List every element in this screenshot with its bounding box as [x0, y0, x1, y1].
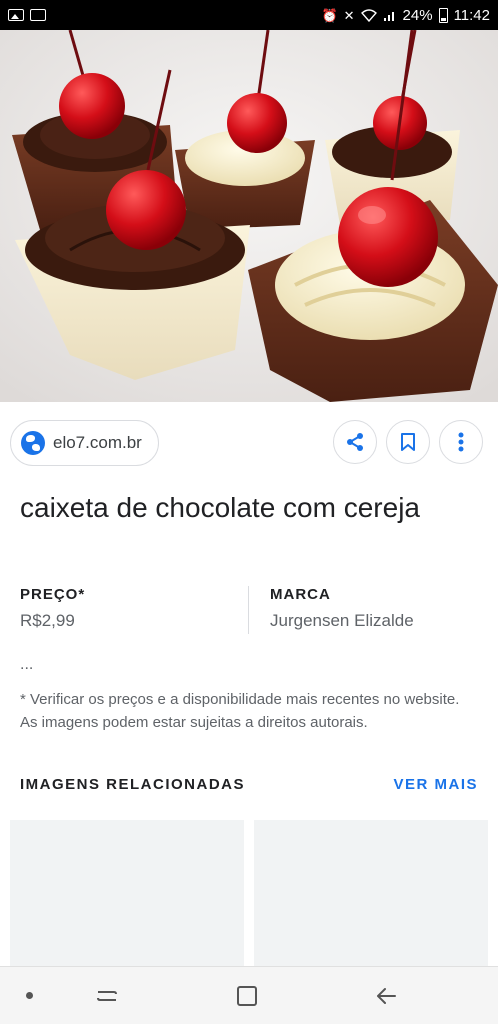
bookmark-button[interactable] [386, 420, 430, 464]
attribute-divider [248, 586, 249, 634]
source-domain: elo7.com.br [53, 433, 142, 452]
signal-icon [383, 11, 394, 21]
image-notification-icon [8, 9, 24, 21]
dot-icon[interactable] [26, 992, 33, 999]
ellipsis-text: ... [20, 656, 34, 673]
product-attributes: PREÇO* R$2,99 MARCA Jurgensen Elizalde [0, 586, 498, 638]
recents-icon[interactable] [92, 981, 122, 1011]
battery-percent: 24% [402, 6, 433, 24]
related-image-thumbnail[interactable] [254, 820, 488, 970]
brand-attribute: MARCA Jurgensen Elizalde [270, 586, 414, 631]
brand-label: MARCA [270, 586, 331, 603]
more-options-button[interactable] [439, 420, 483, 464]
battery-icon [438, 7, 448, 23]
related-images-header: IMAGENS RELACIONADAS VER MAIS [0, 776, 498, 798]
source-row: elo7.com.br [0, 420, 498, 468]
clock: 11:42 [453, 6, 490, 24]
bookmark-icon [401, 433, 415, 451]
wifi-icon [360, 8, 377, 22]
related-image-thumbnail[interactable] [10, 820, 244, 970]
status-left [8, 9, 46, 21]
alarm-icon: ⏰ [321, 7, 338, 23]
price-label: PREÇO* [20, 586, 86, 603]
more-vert-icon [458, 432, 464, 452]
price-attribute: PREÇO* R$2,99 [20, 586, 85, 631]
disclaimer-text: * Verificar os preços e a disponibilidad… [20, 691, 460, 731]
brand-value: Jurgensen Elizalde [270, 611, 414, 630]
status-bar: ⏰ ✕ 24% 11:42 [0, 0, 498, 30]
cast-icon [30, 9, 46, 21]
mute-icon: ✕ [343, 7, 355, 23]
navigation-bar [0, 966, 498, 1024]
back-icon[interactable] [371, 981, 401, 1011]
share-button[interactable] [333, 420, 377, 464]
home-icon[interactable] [232, 981, 262, 1011]
globe-icon [21, 431, 45, 455]
status-right: ⏰ ✕ 24% 11:42 [321, 7, 490, 24]
related-images-title: IMAGENS RELACIONADAS [20, 776, 246, 793]
see-more-link[interactable]: VER MAIS [393, 776, 478, 793]
share-icon [347, 433, 363, 451]
chocolate-cups-with-cherries-image[interactable] [0, 30, 498, 402]
product-title: caixeta de chocolate com cereja [20, 492, 420, 523]
source-link[interactable]: elo7.com.br [10, 420, 159, 466]
price-value: R$2,99 [20, 611, 75, 630]
